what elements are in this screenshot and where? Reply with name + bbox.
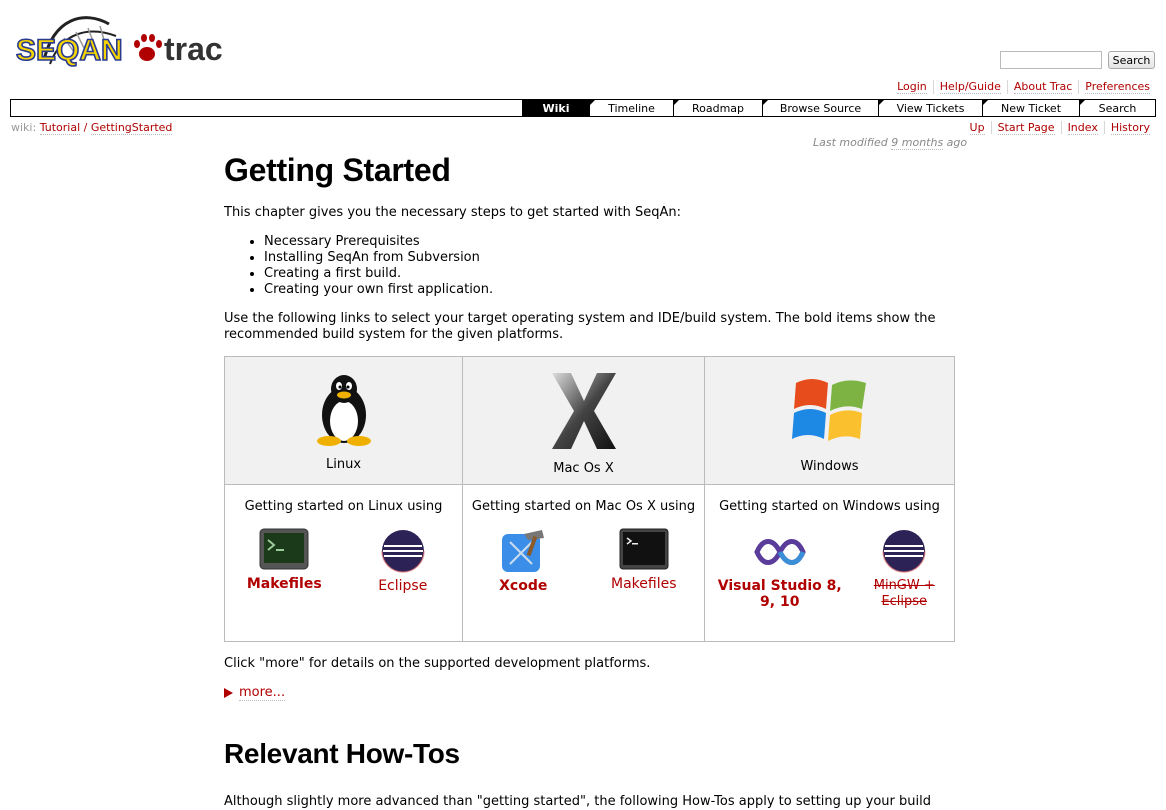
tab-timeline[interactable]: Timeline <box>589 100 673 116</box>
tab-wiki[interactable]: Wiki <box>522 100 589 116</box>
xcode-link[interactable]: Xcode <box>499 578 547 594</box>
breadcrumb-tutorial-link[interactable]: Tutorial <box>39 121 81 135</box>
makefiles-link[interactable]: Makefiles <box>247 576 322 592</box>
os-cell-linux: Linux <box>224 356 463 485</box>
os-label-mac: Mac Os X <box>553 461 614 476</box>
ctx-start-page-link[interactable]: Start Page <box>997 121 1055 135</box>
seqan-trac-logo[interactable]: SEQAN trac <box>14 8 229 78</box>
last-modified: Last modified 9 months ago <box>813 136 968 150</box>
visual-studio-link[interactable]: Visual Studio 8, 9, 10 <box>715 578 845 610</box>
paw-icon <box>134 34 162 61</box>
tab-browse-source[interactable]: Browse Source <box>762 100 878 116</box>
build-intro-windows: Getting started on Windows using <box>719 499 940 514</box>
tab-view-tickets[interactable]: View Tickets <box>878 100 982 116</box>
tab-new-ticket[interactable]: New Ticket <box>982 100 1079 116</box>
about-trac-link[interactable]: About Trac <box>1013 80 1073 94</box>
list-item: Creating a first build. <box>264 266 955 282</box>
breadcrumb-prefix: wiki: <box>11 121 37 134</box>
mac-os-x-icon <box>551 373 616 449</box>
mingw-eclipse-link[interactable]: MinGW + Eclipse <box>864 578 944 610</box>
windows-logo-icon <box>791 379 866 441</box>
terminal-icon[interactable] <box>619 528 669 572</box>
tux-penguin-icon <box>316 375 371 446</box>
eclipse-icon[interactable] <box>380 528 426 574</box>
xcode-icon[interactable] <box>498 528 548 574</box>
visual-studio-icon[interactable] <box>753 528 807 574</box>
howto-text: Although slightly more advanced than "ge… <box>224 794 931 809</box>
more-text: Click "more" for details on the supporte… <box>224 656 651 671</box>
preferences-link[interactable]: Preferences <box>1085 80 1150 94</box>
build-cell-linux: Getting started on Linux using Makefiles <box>224 484 463 642</box>
wiki-content: Getting Started This chapter gives you t… <box>224 150 955 809</box>
build-intro-linux: Getting started on Linux using <box>244 499 443 514</box>
select-text: Use the following links to select your t… <box>224 311 936 342</box>
expand-triangle-icon <box>224 688 233 698</box>
platform-table: Linux Mac Os X Windows Getting started o… <box>224 356 955 642</box>
logo-text-trac: trac <box>164 31 223 67</box>
tool-linux-eclipse: Eclipse <box>348 528 458 594</box>
metanav: Login Help/Guide About Trac Preferences <box>891 80 1156 94</box>
login-link[interactable]: Login <box>897 80 927 94</box>
more-link[interactable]: more... <box>239 685 286 701</box>
ctx-history-link[interactable]: History <box>1110 121 1150 135</box>
eclipse-icon[interactable] <box>881 528 927 574</box>
eclipse-link[interactable]: Eclipse <box>378 578 427 594</box>
list-item: Installing SeqAn from Subversion <box>264 250 955 266</box>
breadcrumb-separator: / <box>83 121 88 134</box>
os-label-linux: Linux <box>325 457 362 472</box>
tab-search[interactable]: Search <box>1079 100 1155 116</box>
list-item: Necessary Prerequisites <box>264 234 955 250</box>
last-modified-age-link[interactable]: 9 months <box>891 136 944 150</box>
os-label-windows: Windows <box>800 459 859 474</box>
tab-roadmap[interactable]: Roadmap <box>673 100 762 116</box>
breadcrumb-gettingstarted-link[interactable]: GettingStarted <box>90 121 173 135</box>
last-modified-prefix: Last modified <box>813 136 892 149</box>
main-nav-bar: Wiki Timeline Roadmap Browse Source View… <box>10 99 1156 117</box>
ctx-up-link[interactable]: Up <box>969 121 985 135</box>
os-cell-mac: Mac Os X <box>462 356 705 485</box>
page-title: Getting Started <box>224 152 451 188</box>
context-nav: Up Start Page Index History <box>964 121 1156 135</box>
logo-text-seqan: SEQAN <box>16 34 123 67</box>
search-button[interactable]: Search <box>1108 51 1155 69</box>
intro-text: This chapter gives you the necessary ste… <box>224 205 681 220</box>
steps-list: Necessary Prerequisites Installing SeqAn… <box>224 234 955 298</box>
last-modified-suffix: ago <box>943 136 968 149</box>
tool-mac-makefiles: Makefiles <box>589 528 699 594</box>
help-guide-link[interactable]: Help/Guide <box>939 80 1001 94</box>
list-item: Creating your own first application. <box>264 282 955 298</box>
tool-mac-xcode: Xcode <box>468 528 578 594</box>
tool-linux-makefiles: Makefiles <box>229 528 339 594</box>
makefiles-link[interactable]: Makefiles <box>611 576 677 592</box>
tool-windows-visual-studio: Visual Studio 8, 9, 10 <box>715 528 845 610</box>
search-input[interactable] <box>1000 51 1102 69</box>
build-intro-mac: Getting started on Mac Os X using <box>471 499 696 514</box>
terminal-icon[interactable] <box>259 528 309 572</box>
build-cell-mac: Getting started on Mac Os X using Xcode <box>462 484 705 642</box>
tool-windows-mingw-eclipse: MinGW + Eclipse <box>864 528 944 610</box>
build-cell-windows: Getting started on Windows using Visual … <box>704 484 955 642</box>
os-cell-windows: Windows <box>704 356 955 485</box>
breadcrumb: wiki: Tutorial / GettingStarted <box>11 121 173 135</box>
howto-heading: Relevant How-Tos <box>224 738 460 769</box>
more-toggle[interactable]: more... <box>224 685 286 701</box>
ctx-index-link[interactable]: Index <box>1067 121 1098 135</box>
